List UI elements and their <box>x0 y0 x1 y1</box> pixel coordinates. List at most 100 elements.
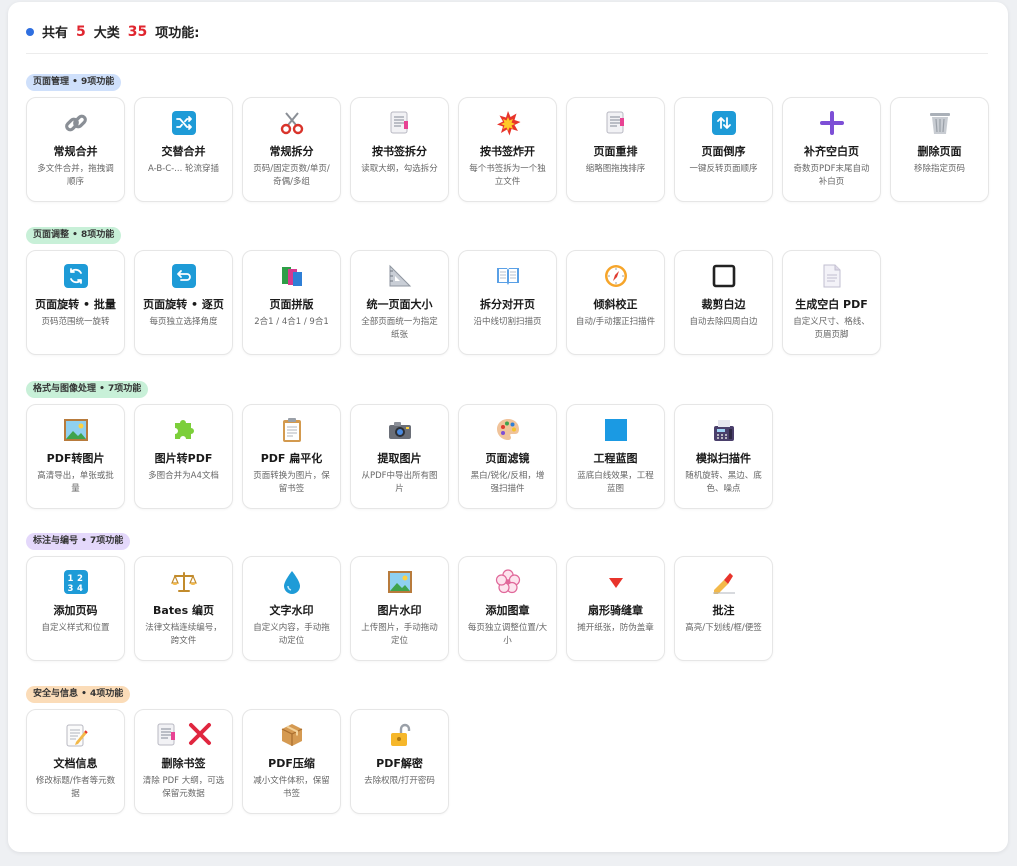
tool-title: 页面旋转 • 批量 <box>35 298 116 311</box>
tool-card-row: 1 2 3 4 添加页码 自定义样式和位置 Bates 编页 法律文档连续编号，跨文件 文字水印… <box>26 556 782 661</box>
tool-title: 页面拼版 <box>269 298 314 311</box>
tool-card[interactable]: 按书签炸开每个书签拆为一个独立文件 <box>458 97 557 202</box>
section-badge: 格式与图像处理 • 7项功能 <box>26 381 149 398</box>
triangle-ruler-icon <box>385 261 415 291</box>
tool-card[interactable]: 补齐空白页奇数页PDF末尾自动补白页 <box>782 97 881 202</box>
tool-description: 奇数页PDF末尾自动补白页 <box>793 164 870 187</box>
tool-card[interactable]: 模拟扫描件 随机旋转、黑边、底色、噪点 <box>674 404 773 509</box>
tool-card[interactable]: 批注 高亮/下划线/框/便签 <box>674 556 773 661</box>
plus-icon <box>817 108 847 138</box>
tool-title: 按书签炸开 <box>480 145 535 158</box>
tool-card[interactable]: 文档信息 修改标题/作者等元数据 <box>26 709 125 814</box>
tool-card[interactable]: 1 2 3 4 添加页码 自定义样式和位置 <box>26 556 125 661</box>
writing-hand-icon <box>709 567 739 597</box>
open-book-icon <box>493 261 523 291</box>
svg-text:4: 4 <box>77 584 83 594</box>
camera-icon <box>385 415 415 445</box>
unlock-icon <box>385 720 415 750</box>
tool-card[interactable]: 文字水印 自定义内容，手动拖动定位 <box>242 556 341 661</box>
scales-icon <box>169 567 199 597</box>
tool-card[interactable]: 生成空白 PDF 自定义尺寸、格线、页眉页脚 <box>782 250 881 355</box>
rotate-batch-icon <box>61 261 91 291</box>
tool-card[interactable]: PDF解密 去除权限/打开密码 <box>350 709 449 814</box>
tool-title: 模拟扫描件 <box>696 452 751 465</box>
tool-description: 从PDF中导出所有图片 <box>361 471 438 494</box>
summary-suffix: 项功能: <box>155 26 200 41</box>
tool-title: 常规合并 <box>53 145 98 158</box>
tool-card[interactable]: 图片转PDF 多图合并为A4文档 <box>134 404 233 509</box>
section-4: 标注与编号 • 7项功能 1 2 3 4 添加页码 自定义样式和位置 Bates 编页 法律文档… <box>26 528 773 661</box>
droplet-icon <box>277 567 307 597</box>
tool-card[interactable]: 按书签拆分 读取大纲，勾选拆分 <box>350 97 449 202</box>
tool-description: 蓝底白线效果，工程蓝图 <box>577 471 654 494</box>
tool-card[interactable]: PDF 扁平化 页面转换为图片，保留书签 <box>242 404 341 509</box>
tool-description: 高清导出，单张或批量 <box>37 471 114 494</box>
tool-card[interactable]: 裁剪白边 自动去除四周白边 <box>674 250 773 355</box>
tool-title: 文字水印 <box>269 604 314 617</box>
tool-card[interactable]: 拆分对开页沿中线切割扫描页 <box>458 250 557 355</box>
tool-card[interactable]: 添加图章 每页独立调整位置/大小 <box>458 556 557 661</box>
tool-description: 自定义样式和位置 <box>41 623 110 633</box>
tool-card[interactable]: 倾斜校正 自动/手动摆正扫描件 <box>566 250 665 355</box>
tool-title: PDF压缩 <box>268 757 315 770</box>
tools-panel: 共有 5 大类 35 项功能: 页面管理 • 9项功能 常规合并 多文件合并，拖拽调… <box>8 2 1008 852</box>
tool-title: 删除页面 <box>917 145 962 158</box>
tool-card[interactable]: 页面旋转 • 逐页 每页独立选择角度 <box>134 250 233 355</box>
tool-title: 图片转PDF <box>154 452 213 465</box>
tool-card[interactable]: PDF压缩 减小文件体积，保留书签 <box>242 709 341 814</box>
tool-title: 拆分对开页 <box>480 298 535 311</box>
tool-card[interactable]: PDF转图片高清导出，单张或批量 <box>26 404 125 509</box>
compass-icon <box>601 261 631 291</box>
tool-card[interactable]: 工程蓝图 蓝底白线效果，工程蓝图 <box>566 404 665 509</box>
tool-card[interactable]: 删除书签 清除 PDF 大纲，可选保留元数据 <box>134 709 233 814</box>
tool-description: 一键反转页面顺序 <box>689 164 758 174</box>
explosion-icon <box>493 108 523 138</box>
tool-card[interactable]: 常规合并 多文件合并，拖拽调顺序 <box>26 97 125 202</box>
tool-card[interactable]: 页面滤镜 黑白/锐化/反相，增强扫描件 <box>458 404 557 509</box>
reverse-arrows-icon <box>709 108 739 138</box>
tool-title: 补齐空白页 <box>804 145 859 158</box>
tool-description: 2合1 / 4合1 / 9合1 <box>254 317 329 327</box>
section-badge: 页面管理 • 9项功能 <box>26 74 122 91</box>
tool-card-row: 文档信息 修改标题/作者等元数据 删除书签 清除 PDF 大纲，可选保留元数据 PDF压… <box>26 709 458 814</box>
tool-card-row: PDF转图片高清导出，单张或批量 图片转PDF 多图合并为A4文档 PDF 扁平化 页面… <box>26 404 782 509</box>
tool-card[interactable]: 页面旋转 • 批量 页码范围统一旋转 <box>26 250 125 355</box>
tool-title: 倾斜校正 <box>593 298 638 311</box>
books-icon <box>277 261 307 291</box>
section-badge: 标注与编号 • 7项功能 <box>26 533 131 550</box>
clipboard-icon <box>277 415 307 445</box>
tool-title: PDF转图片 <box>46 452 105 465</box>
tool-description: 自定义尺寸、格线、页眉页脚 <box>793 317 870 340</box>
summary-prefix: 共有 <box>42 26 69 41</box>
bookmark-doc-icon <box>385 108 415 138</box>
tool-description: 缩略图拖拽排序 <box>585 164 646 174</box>
tool-description: 沿中线切割扫描页 <box>473 317 542 327</box>
tool-card[interactable]: 提取图片 从PDF中导出所有图片 <box>350 404 449 509</box>
category-count: 5 <box>76 23 86 40</box>
svg-text:1: 1 <box>67 574 73 584</box>
tool-card[interactable]: 图片水印 上传图片，手动拖动定位 <box>350 556 449 661</box>
tool-card[interactable]: 页面拼版 2合1 / 4合1 / 9合1 <box>242 250 341 355</box>
tool-title: 按书签拆分 <box>372 145 427 158</box>
section-2: 页面调整 • 8项功能 页面旋转 • 批量 页码范围统一旋转 页面旋转 • 逐页 每页独… <box>26 222 881 355</box>
blank-doc-icon <box>817 261 847 291</box>
tool-card[interactable]: 页面重排缩略图拖拽排序 <box>566 97 665 202</box>
tool-card[interactable]: 删除页面 移除指定页码 <box>890 97 989 202</box>
tool-card[interactable]: 页面倒序 一键反转页面顺序 <box>674 97 773 202</box>
tool-title: 页面重排 <box>593 145 638 158</box>
tool-title: 生成空白 PDF <box>795 298 868 311</box>
tool-card[interactable]: 交替合并 A-B-C-... 轮流穿插 <box>134 97 233 202</box>
tool-card[interactable]: Bates 编页 法律文档连续编号，跨文件 <box>134 556 233 661</box>
bullet-dot <box>26 27 34 36</box>
tool-title: 裁剪白边 <box>701 298 746 311</box>
tool-description: 每页独立调整位置/大小 <box>467 623 548 646</box>
tool-description: 法律文档连续编号，跨文件 <box>145 623 222 646</box>
tool-card[interactable]: 扇形骑缝章 摊开纸张，防伪盖章 <box>566 556 665 661</box>
tool-description: 每个书签拆为一个独立文件 <box>469 164 546 187</box>
tool-card[interactable]: 统一页面大小 全部页面统一为指定纸张 <box>350 250 449 355</box>
palette-icon <box>493 415 523 445</box>
tool-card[interactable]: 常规拆分 页码/固定页数/单页/奇偶/多组 <box>242 97 341 202</box>
scissors-icon <box>277 108 307 138</box>
tool-title: 批注 <box>712 604 735 617</box>
tool-title: 文档信息 <box>53 757 98 770</box>
